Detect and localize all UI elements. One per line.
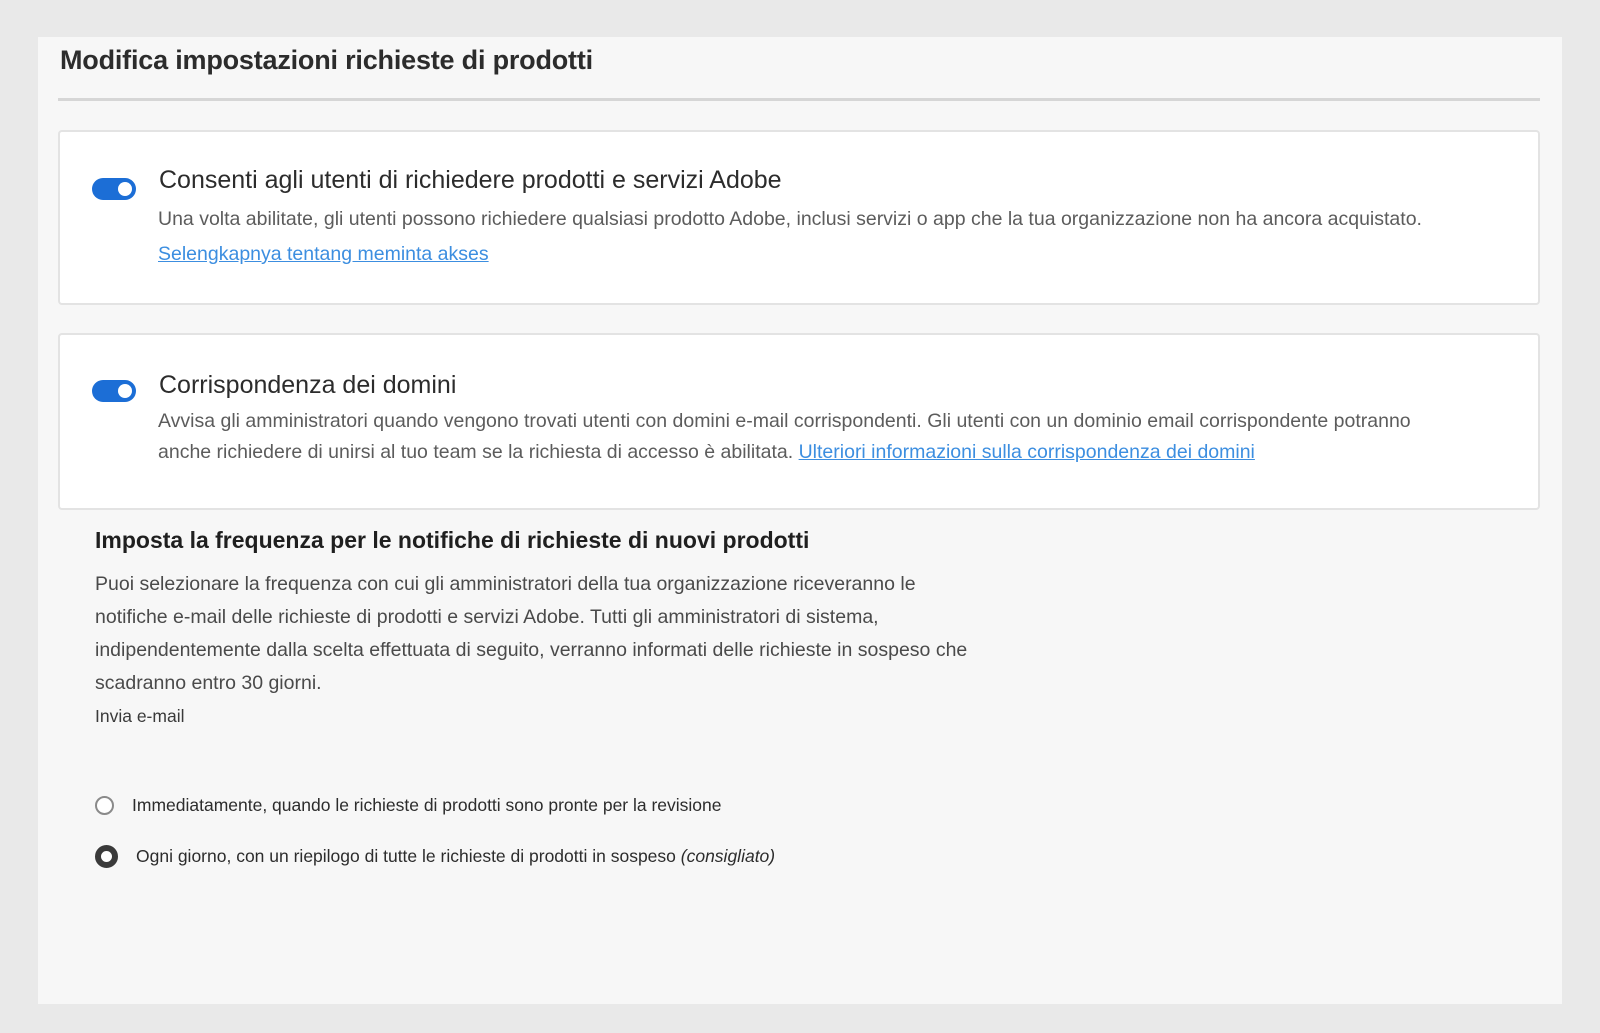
request-access-learn-more-link[interactable]: Selengkapnya tentang meminta akses: [158, 243, 489, 265]
radio-label-immediately: Immediatamente, quando le richieste di p…: [132, 795, 722, 815]
settings-panel: Modifica impostazioni richieste di prodo…: [38, 37, 1562, 1004]
radio-button-immediately[interactable]: [95, 796, 114, 815]
domain-matching-card: Corrispondenza dei domini Avvisa gli amm…: [58, 333, 1540, 510]
domain-matching-toggle[interactable]: [92, 380, 136, 402]
domain-matching-learn-more-link[interactable]: Ulteriori informazioni sulla corrisponde…: [799, 441, 1255, 463]
notification-frequency-section: Imposta la frequenza per le notifiche di…: [95, 527, 995, 868]
request-access-description: Una volta abilitate, gli utenti possono …: [158, 208, 1422, 230]
request-access-card: Consenti agli utenti di richiedere prodo…: [58, 130, 1540, 305]
radio-label-daily: Ogni giorno, con un riepilogo di tutte l…: [136, 846, 776, 866]
recommended-note: (consigliato): [680, 846, 776, 866]
notification-frequency-description: Puoi selezionare la frequenza con cui gl…: [95, 573, 968, 694]
radio-option-immediately[interactable]: Immediatamente, quando le richieste di p…: [95, 795, 722, 816]
title-divider: [58, 98, 1540, 101]
domain-matching-description-block: Avvisa gli amministratori quando vengono…: [158, 406, 1458, 468]
page-title: Modifica impostazioni richieste di prodo…: [60, 45, 593, 75]
notification-frequency-title: Imposta la frequenza per le notifiche di…: [95, 527, 810, 553]
request-access-heading: Consenti agli utenti di richiedere prodo…: [159, 166, 782, 194]
toggle-knob: [118, 182, 132, 196]
radio-option-daily[interactable]: Ogni giorno, con un riepilogo di tutte l…: [95, 845, 775, 868]
send-email-label: Invia e-mail: [95, 706, 185, 726]
domain-matching-heading: Corrispondenza dei domini: [159, 371, 457, 399]
radio-button-daily[interactable]: [95, 845, 118, 868]
toggle-knob: [118, 384, 132, 398]
request-access-toggle[interactable]: [92, 178, 136, 200]
